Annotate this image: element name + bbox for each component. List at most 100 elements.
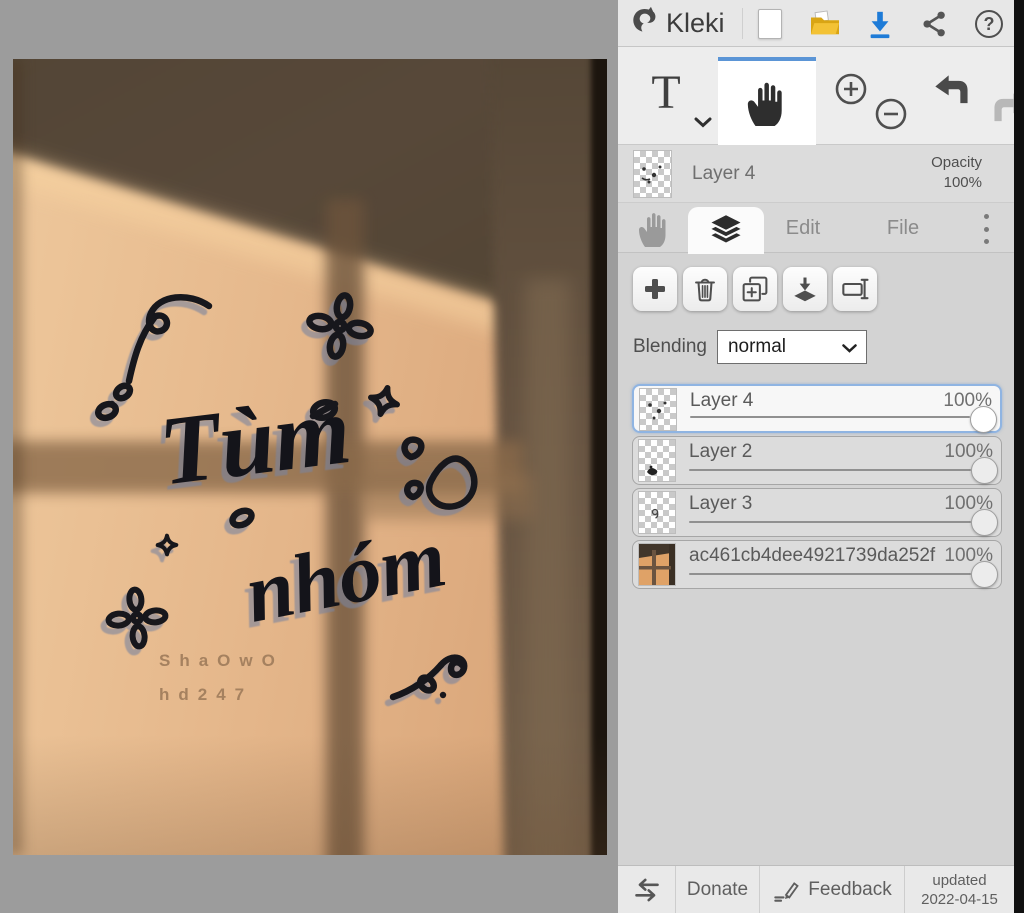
layer-row-layer4[interactable]: Layer 4 100% — [632, 384, 1002, 433]
add-layer-button[interactable] — [633, 267, 677, 311]
blending-row: Blending normal — [633, 330, 867, 364]
flower-top-middle — [306, 292, 374, 360]
layers-tab-icon — [707, 212, 745, 245]
sparkle-right — [368, 385, 400, 417]
active-layer-preview: Layer 4 Opacity 100% — [618, 145, 1014, 203]
opacity-slider-handle[interactable] — [971, 509, 998, 536]
swap-panel-side-button[interactable] — [618, 866, 676, 913]
merge-layer-button[interactable] — [783, 267, 827, 311]
tool-row: T — [618, 47, 1024, 145]
watermark-line1: ShaOwO — [159, 651, 284, 670]
layer-thumbnail — [633, 150, 672, 198]
ink-doodles: Tùm nhóm — [95, 292, 478, 701]
opacity-label: Opacity — [931, 154, 982, 171]
circle-doodle-left — [95, 400, 119, 422]
hand-tab-icon — [639, 213, 666, 247]
zoom-in-button[interactable] — [833, 71, 869, 107]
share-icon — [923, 11, 945, 37]
swap-arrows-icon — [634, 878, 659, 901]
updated-label: updated — [932, 871, 987, 889]
layer-name: Layer 4 — [690, 390, 754, 411]
tab-draw[interactable] — [632, 209, 676, 249]
app-title: Kleki — [666, 8, 725, 38]
text-tool-button[interactable]: T — [636, 55, 696, 135]
feedback-label: Feedback — [808, 878, 892, 900]
layer-list: Layer 4 100% Layer 2 100% Layer 3 100% a… — [632, 384, 1002, 592]
open-folder-icon — [811, 10, 839, 35]
rename-icon — [842, 278, 869, 300]
plus-icon — [645, 279, 665, 299]
help-icon: ? — [975, 10, 1003, 38]
hand-tool-button-selected[interactable] — [718, 57, 816, 145]
sparkle-left — [155, 533, 179, 557]
circle-doodle-center — [229, 507, 255, 529]
canvas-viewport[interactable]: Tùm nhóm ShaOwO hd247 — [0, 0, 618, 913]
flower-bottom-left — [105, 586, 169, 650]
layer-thumbnail — [638, 491, 676, 534]
blending-select[interactable]: normal — [716, 330, 867, 364]
trash-icon — [695, 278, 715, 302]
feedback-button[interactable]: Feedback — [760, 866, 905, 913]
screen-right-edge — [1014, 0, 1024, 913]
top-bar: Kleki ? — [618, 0, 1014, 47]
chevron-down-icon[interactable] — [694, 117, 712, 128]
updated-date: 2022-04-15 — [921, 890, 998, 908]
opacity-slider-handle[interactable] — [970, 406, 997, 433]
save-download-button[interactable] — [862, 7, 898, 41]
tab-edit[interactable]: Edit — [768, 203, 838, 253]
duplicate-icon — [742, 276, 768, 302]
delete-layer-button[interactable] — [683, 267, 727, 311]
help-button[interactable]: ? — [971, 7, 1007, 41]
active-layer-name: Layer 4 — [692, 163, 756, 184]
layer-thumbnail-photo — [638, 543, 676, 586]
artwork-canvas[interactable]: Tùm nhóm ShaOwO hd247 — [13, 59, 607, 855]
chevron-down-icon — [842, 344, 857, 353]
more-menu-icon[interactable] — [976, 212, 996, 246]
tab-file[interactable]: File — [868, 203, 938, 253]
opacity-slider[interactable] — [689, 521, 971, 523]
opacity-slider[interactable] — [689, 469, 971, 471]
hand-icon — [747, 82, 782, 126]
bottom-bar: Donate Feedback updated 2022-04-15 — [618, 865, 1014, 913]
opacity-slider[interactable] — [690, 416, 970, 418]
opacity-readout: Opacity 100% — [931, 153, 982, 193]
new-file-button[interactable] — [752, 7, 788, 41]
layer-name: Layer 3 — [689, 493, 753, 514]
tab-layers-selected[interactable] — [688, 207, 764, 254]
script-word-1: Tùm — [154, 376, 356, 506]
layer-row-layer2[interactable]: Layer 2 100% — [632, 436, 1002, 485]
rename-layer-button[interactable] — [833, 267, 877, 311]
donate-label: Donate — [686, 878, 749, 900]
divider — [742, 8, 743, 39]
layer-row-layer3[interactable]: Layer 3 100% — [632, 488, 1002, 537]
feedback-pencil-icon — [774, 881, 800, 902]
layer-row-background-photo[interactable]: ac461cb4dee4921739da252f 100% — [632, 540, 1002, 589]
blending-value: normal — [727, 336, 787, 357]
flourish-bottom-right — [389, 654, 468, 701]
tool-panel: Kleki ? T Layer 4 Opacity 100% Edit File… — [618, 0, 1024, 913]
layer-name: Layer 2 — [689, 441, 753, 462]
kleki-app: Tùm nhóm ShaOwO hd247 Kleki ? T Layer 4 … — [0, 0, 1024, 913]
share-button[interactable] — [917, 7, 953, 41]
panel-tabs: Edit File — [618, 203, 1014, 254]
layer-thumbnail — [638, 439, 676, 482]
opacity-value: 100% — [943, 174, 982, 191]
opacity-slider-handle[interactable] — [971, 561, 998, 588]
layer-name: ac461cb4dee4921739da252f — [689, 545, 936, 566]
open-file-button[interactable] — [807, 7, 843, 41]
opacity-slider-handle[interactable] — [971, 457, 998, 484]
flourish-top-left — [108, 293, 213, 408]
duplicate-layer-button[interactable] — [733, 267, 777, 311]
undo-button[interactable] — [932, 73, 972, 111]
script-word-2: nhóm — [238, 511, 453, 641]
layer-thumbnail — [639, 388, 677, 431]
opacity-slider[interactable] — [689, 573, 971, 575]
kleki-logo-icon — [633, 6, 656, 32]
updated-info: updated 2022-04-15 — [905, 866, 1014, 913]
merge-down-icon — [794, 277, 816, 302]
watermark-line2: hd247 — [159, 685, 254, 704]
blending-label: Blending — [633, 336, 707, 357]
zoom-out-button[interactable] — [873, 96, 909, 132]
donate-button[interactable]: Donate — [676, 866, 760, 913]
paisley-drops — [401, 436, 478, 510]
